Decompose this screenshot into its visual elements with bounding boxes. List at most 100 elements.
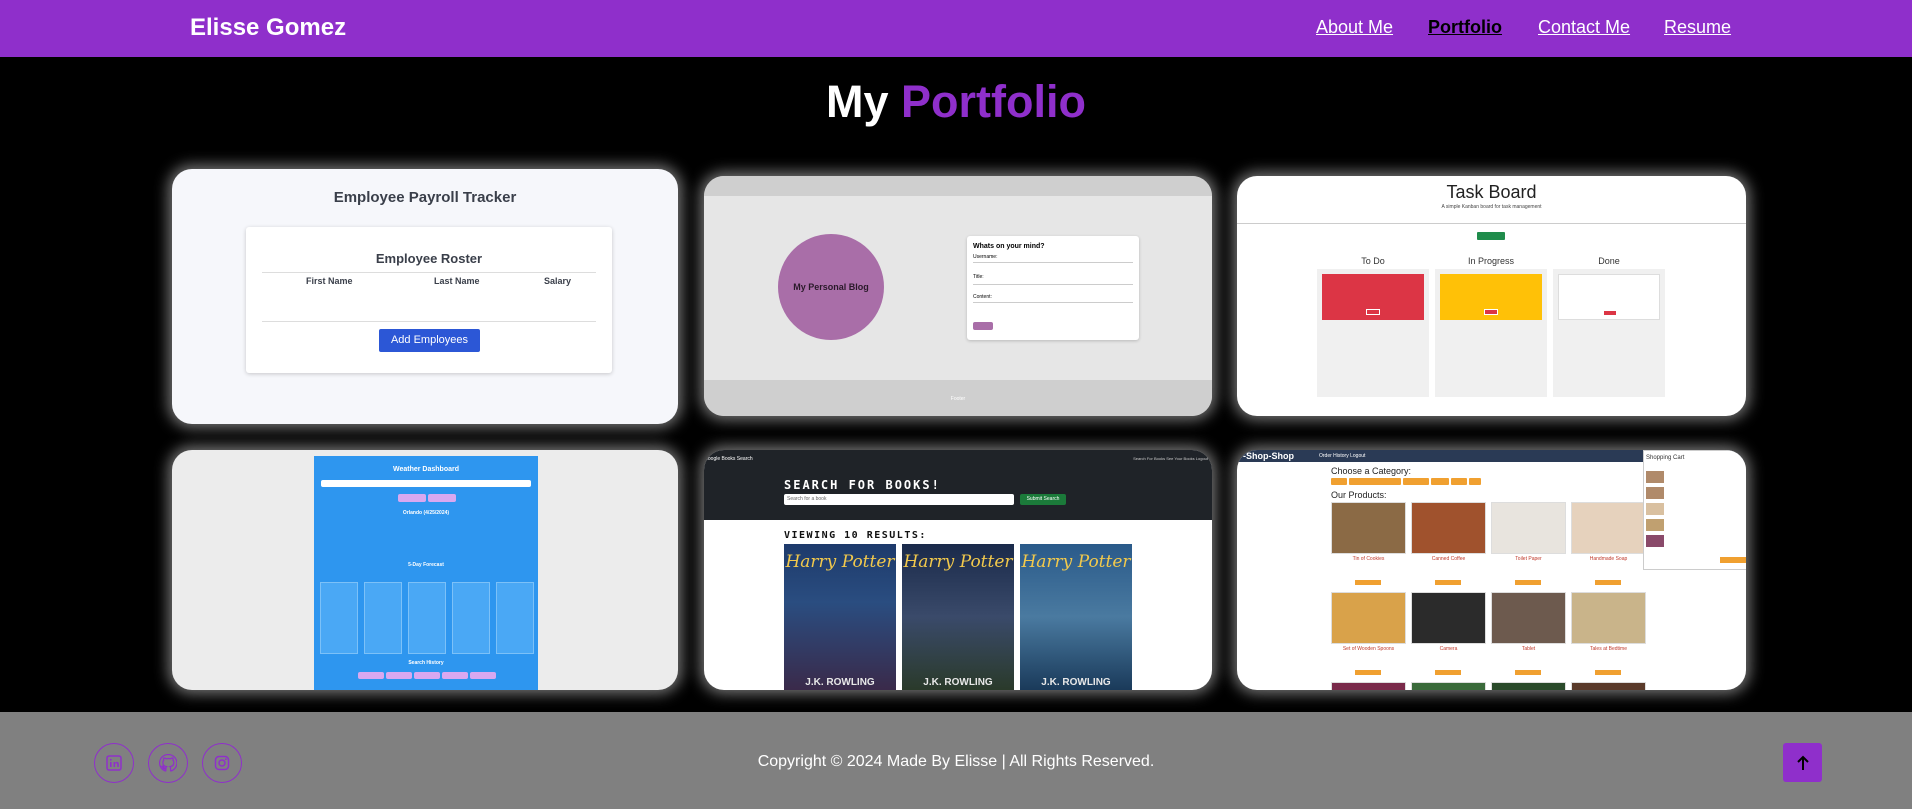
taskboard-subtitle: A simple Kanban board for task managemen… (1441, 204, 1542, 210)
brand-name[interactable]: Elisse Gomez (190, 14, 346, 42)
product-name: Canned Coffee (1431, 556, 1466, 562)
book-title: Harry Potter (903, 552, 1013, 572)
form-field (973, 302, 1133, 303)
nav-link-about[interactable]: About Me (1316, 17, 1393, 38)
navbar: Elisse Gomez About Me Portfolio Contact … (0, 0, 1912, 57)
product-name: Tin of Cookies (1352, 556, 1385, 562)
cart-item (1646, 519, 1664, 531)
form-label: Username: (973, 254, 998, 260)
cart-item (1646, 471, 1664, 483)
project-card-shop-shop[interactable]: -Shop-Shop Order History Logout Choose a… (1237, 450, 1746, 690)
lane-heading: To Do (1361, 256, 1385, 266)
divider (1237, 223, 1746, 224)
scroll-to-top-button[interactable] (1783, 743, 1822, 782)
page-title-accent: Portfolio (901, 76, 1086, 127)
add-to-cart-button (1355, 580, 1381, 585)
project-card-weather-dashboard[interactable]: Weather Dashboard Orlando (4/25/2024) 5-… (172, 450, 678, 690)
lane-heading: In Progress (1467, 256, 1515, 266)
add-to-cart-button (1595, 670, 1621, 675)
product-name: Set of Wooden Spoons (1342, 646, 1395, 652)
product-image (1411, 502, 1486, 554)
divider (262, 321, 596, 322)
product-image (1411, 592, 1486, 644)
add-to-cart-button (1595, 580, 1621, 585)
project-card-task-board[interactable]: Task Board A simple Kanban board for tas… (1237, 176, 1746, 416)
forecast-label: 5-Day Forecast (408, 562, 444, 568)
books-nav-links: Search For Books See Your Books Logout (1133, 456, 1208, 461)
book-cover: Harry Potter J.K. ROWLING (784, 544, 896, 690)
delete-button (1484, 309, 1498, 315)
submit-button (973, 322, 993, 330)
add-to-cart-button (1435, 670, 1461, 675)
add-to-cart-button (1355, 670, 1381, 675)
history-button (442, 672, 468, 679)
product-image (1411, 682, 1486, 690)
roster-panel: Employee Roster First Name Last Name Sal… (246, 227, 612, 373)
lane-heading: Done (1598, 256, 1620, 266)
product-image (1331, 592, 1406, 644)
payroll-heading: Employee Payroll Tracker (333, 189, 517, 206)
weather-search (321, 480, 531, 487)
project-card-book-search[interactable]: Google Books Search Search For Books See… (704, 450, 1212, 690)
blog-footer-text: Footer (950, 396, 966, 402)
nav-link-contact[interactable]: Contact Me (1538, 17, 1630, 38)
add-to-cart-button (1515, 580, 1541, 585)
product-image (1491, 502, 1566, 554)
product-image (1571, 592, 1646, 644)
nav-link-portfolio[interactable]: Portfolio (1428, 17, 1502, 38)
column-header: Last Name (434, 276, 480, 286)
book-cover: Harry Potter J.K. ROWLING (1020, 544, 1132, 690)
results-heading: VIEWING 10 RESULTS: (784, 530, 927, 541)
taskboard-title: Task Board (1446, 182, 1537, 202)
copyright-text: Copyright © 2024 Made By Elisse | All Ri… (757, 753, 1155, 770)
add-task-button (1477, 232, 1505, 240)
history-button (386, 672, 412, 679)
weather-button (398, 494, 426, 502)
product-image (1491, 682, 1566, 690)
blog-header (704, 176, 1212, 196)
form-field (973, 262, 1133, 263)
column-header: Salary (544, 276, 572, 286)
arrow-up-icon (1796, 755, 1809, 770)
books-search-input: Search for a book (784, 494, 1014, 505)
history-button (414, 672, 440, 679)
books-submit-button: Submit Search (1020, 494, 1066, 505)
category-pill (1403, 478, 1429, 485)
page-title: My Portfolio (0, 76, 1912, 128)
history-button (358, 672, 384, 679)
roster-title: Employee Roster (375, 251, 483, 266)
forecast-card (364, 582, 402, 654)
project-card-personal-blog[interactable]: My Personal Blog Whats on your mind? Use… (704, 176, 1212, 416)
product-name: Tablet (1521, 646, 1536, 652)
task-card (1322, 274, 1424, 320)
weather-title: Weather Dashboard (393, 466, 459, 473)
category-pill (1451, 478, 1467, 485)
nav-link-resume[interactable]: Resume (1664, 17, 1731, 38)
book-author: J.K. ROWLING (923, 677, 993, 688)
cart-item (1646, 503, 1664, 515)
category-label: Choose a Category: (1331, 466, 1412, 476)
products-label: Our Products: (1331, 490, 1387, 500)
footer: Copyright © 2024 Made By Elisse | All Ri… (0, 712, 1912, 809)
category-pill (1349, 478, 1401, 485)
project-card-payroll-tracker[interactable]: Employee Payroll Tracker Employee Roster… (172, 169, 678, 424)
forecast-card (320, 582, 358, 654)
form-label: Title: (973, 274, 984, 280)
book-author: J.K. ROWLING (805, 677, 875, 688)
weather-button (428, 494, 456, 502)
form-label: Content: (973, 294, 992, 300)
shopping-cart-panel: Shopping Cart (1643, 450, 1746, 570)
form-field (973, 284, 1133, 285)
add-to-cart-button (1435, 580, 1461, 585)
books-header: Google Books Search Search For Books See… (704, 450, 1212, 520)
checkout-button (1720, 557, 1746, 563)
category-pill (1431, 478, 1449, 485)
product-name: Camera (1439, 646, 1458, 652)
add-to-cart-button (1515, 670, 1541, 675)
task-card (1558, 274, 1660, 320)
delete-button (1603, 310, 1617, 316)
search-history-label: Search History (408, 660, 444, 666)
cart-item (1646, 535, 1664, 547)
weather-city: Orlando (4/25/2024) (402, 510, 450, 516)
product-name: Tales at Bedtime (1590, 646, 1627, 652)
